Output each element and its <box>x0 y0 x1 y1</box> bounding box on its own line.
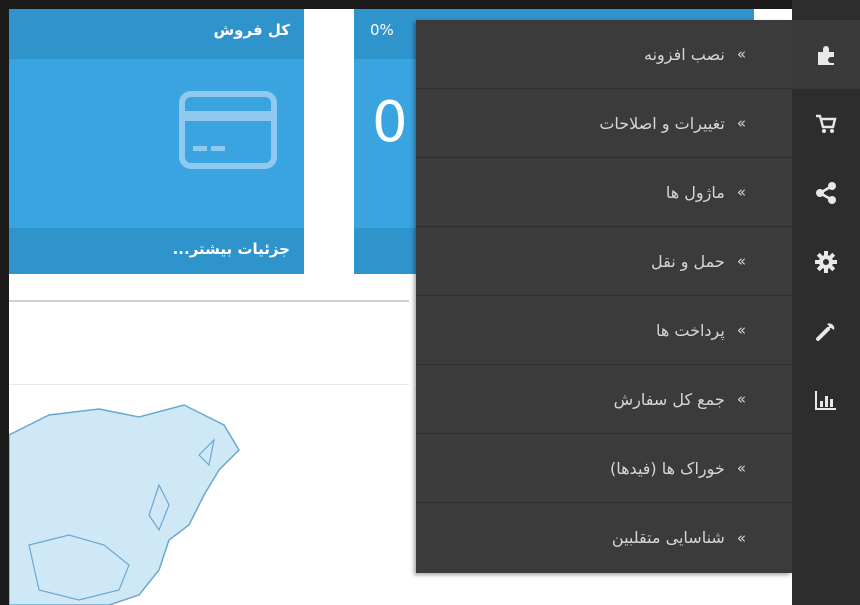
menu-item-label: جمع کل سفارش <box>613 389 725 409</box>
tile-percent: 0% <box>370 21 394 39</box>
world-map <box>9 395 409 605</box>
double-chevron-icon: « <box>736 321 746 339</box>
menu-item-order-totals[interactable]: جمع کل سفارش « <box>416 365 792 434</box>
double-chevron-icon: « <box>736 45 746 63</box>
double-chevron-icon: « <box>736 252 746 270</box>
window-frame-top <box>0 0 860 9</box>
menu-item-label: ماژول ها <box>665 182 725 202</box>
sidebar-item-sales[interactable] <box>792 89 860 158</box>
sidebar-item-system[interactable] <box>792 296 860 365</box>
menu-item-label: نصب افزونه <box>644 44 725 64</box>
menu-item-label: پرداخت ها <box>655 320 725 340</box>
double-chevron-icon: « <box>736 459 746 477</box>
sidebar-item-settings[interactable] <box>792 227 860 296</box>
sidebar-item-extensions[interactable] <box>792 20 860 89</box>
share-icon <box>815 181 837 204</box>
panel-divider <box>9 300 409 302</box>
sidebar-item-marketing[interactable] <box>792 158 860 227</box>
menu-item-fraud-detection[interactable]: شناسایی متقلبین « <box>416 503 792 572</box>
wrench-icon <box>815 320 837 342</box>
flyout-menu: نصب افزونه « تغییرات و اصلاحات « ماژول ه… <box>416 20 792 573</box>
bar-chart-icon <box>815 390 837 410</box>
credit-card-icon <box>179 91 277 173</box>
double-chevron-icon: « <box>736 390 746 408</box>
sidebar-item-reports[interactable] <box>792 365 860 434</box>
tile-header: کل فروش <box>9 9 304 59</box>
tile-value: 0 <box>372 90 408 155</box>
window-frame-left <box>0 0 9 605</box>
total-sales-tile: کل فروش جزئیات بیشتر... <box>9 9 304 274</box>
menu-item-feeds[interactable]: خوراک ها (فیدها) « <box>416 434 792 503</box>
puzzle-icon <box>815 44 837 66</box>
menu-item-label: خوراک ها (فیدها) <box>610 458 725 478</box>
menu-item-label: شناسایی متقلبین <box>611 528 725 547</box>
menu-item-payments[interactable]: پرداخت ها « <box>416 296 792 365</box>
menu-item-modules[interactable]: ماژول ها « <box>416 158 792 227</box>
more-details-link[interactable]: جزئیات بیشتر... <box>173 240 290 258</box>
gear-icon <box>815 250 837 273</box>
tile-title: کل فروش <box>213 21 290 39</box>
menu-item-label: حمل و نقل <box>650 251 725 271</box>
panel-heading-divider <box>9 384 409 385</box>
menu-item-shipping[interactable]: حمل و نقل « <box>416 227 792 296</box>
double-chevron-icon: « <box>736 114 746 132</box>
cart-icon <box>815 114 837 134</box>
tile-footer: جزئیات بیشتر... <box>9 228 304 274</box>
menu-item-label: تغییرات و اصلاحات <box>599 113 725 133</box>
menu-item-modifications[interactable]: تغییرات و اصلاحات « <box>416 89 792 158</box>
sidebar-icon-column <box>792 0 860 605</box>
double-chevron-icon: « <box>736 528 746 547</box>
double-chevron-icon: « <box>736 183 746 201</box>
menu-item-install-extension[interactable]: نصب افزونه « <box>416 20 792 89</box>
